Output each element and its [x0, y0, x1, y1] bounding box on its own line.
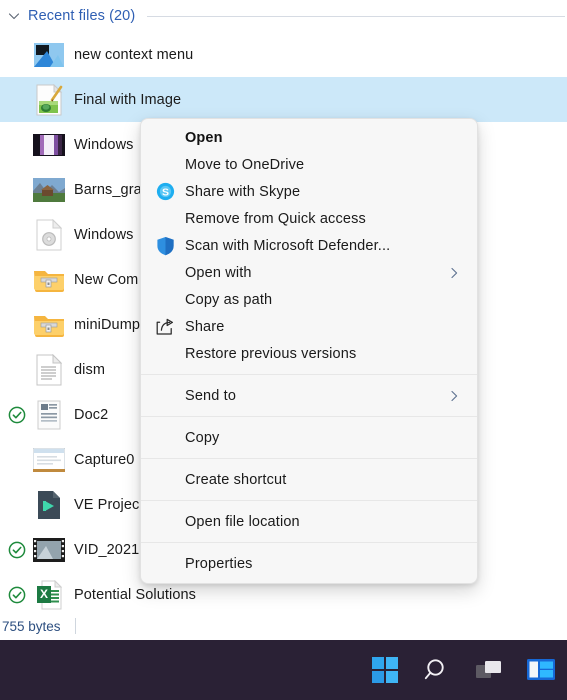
paint-document-icon — [33, 83, 65, 116]
context-menu-item[interactable]: Create shortcut — [141, 466, 477, 493]
onedrive-sync-check-icon — [8, 541, 26, 558]
context-menu-separator — [141, 374, 477, 375]
context-menu-item-label: Send to — [185, 387, 237, 404]
file-name-label: new context menu — [74, 46, 194, 63]
zipped-folder-icon — [33, 264, 65, 296]
context-menu-item[interactable]: Scan with Microsoft Defender... — [141, 232, 477, 259]
landscape-photo-icon — [33, 174, 65, 206]
context-menu-separator — [141, 542, 477, 543]
context-menu[interactable]: Open Move to OneDrive S Share with Skype Rem… — [140, 118, 478, 584]
file-name-label: dism — [74, 361, 106, 378]
image-thumbnail-icon — [33, 39, 65, 71]
excel-document-icon: X — [33, 579, 65, 611]
task-view-icon — [476, 661, 501, 678]
chevron-right-icon — [451, 267, 458, 278]
context-menu-item-label: Restore previous versions — [185, 345, 357, 362]
context-menu-item[interactable]: Open — [141, 124, 477, 151]
svg-text:X: X — [40, 587, 48, 601]
context-menu-item[interactable]: Open with — [141, 259, 477, 286]
context-menu-item-label: Open file location — [185, 513, 300, 530]
context-menu-item[interactable]: Move to OneDrive — [141, 151, 477, 178]
search-icon — [424, 659, 444, 680]
onedrive-sync-check-icon — [8, 586, 26, 603]
context-menu-item-label: Copy — [185, 429, 220, 446]
chevron-down-icon[interactable] — [6, 8, 22, 24]
task-view-button[interactable] — [463, 646, 515, 694]
zipped-folder-icon — [33, 309, 65, 341]
defender-shield-icon — [155, 236, 175, 256]
group-title: Recent files (20) — [28, 8, 136, 24]
file-explorer-button[interactable] — [515, 646, 567, 694]
word-document-icon — [33, 399, 65, 431]
submenu-chevron — [447, 389, 461, 403]
screenshot-thumbnail-icon — [33, 444, 65, 476]
context-menu-separator — [141, 500, 477, 501]
skype-icon: S — [155, 182, 175, 202]
status-divider — [74, 618, 76, 634]
file-name-label: Windows — [74, 226, 134, 243]
video-editor-file-icon — [33, 489, 65, 521]
explorer-window: Recent files (20) new context menu Final … — [0, 0, 567, 700]
onedrive-sync-badge — [8, 586, 26, 604]
start-button[interactable] — [359, 646, 411, 694]
text-document-icon — [33, 353, 65, 386]
taskbar — [0, 640, 567, 700]
context-menu-item-label: Share — [185, 318, 225, 335]
context-menu-item[interactable]: S Share with Skype — [141, 178, 477, 205]
context-menu-item[interactable]: Open file location — [141, 508, 477, 535]
context-menu-item[interactable]: Restore previous versions — [141, 340, 477, 367]
context-menu-separator — [141, 458, 477, 459]
group-divider-line — [147, 15, 565, 17]
context-menu-item[interactable]: Properties — [141, 550, 477, 577]
context-menu-item-label: Open — [185, 129, 223, 146]
context-menu-item-label: Share with Skype — [185, 183, 301, 200]
share-arrow-icon — [155, 317, 175, 337]
context-menu-item[interactable]: Copy — [141, 424, 477, 451]
file-list-item[interactable]: new context menu — [0, 32, 567, 77]
onedrive-sync-badge — [8, 406, 26, 424]
file-name-label: Potential Solutions — [74, 586, 197, 603]
file-name-label: Windows — [74, 136, 134, 153]
context-menu-separator — [141, 416, 477, 417]
file-name-label: Barns_gra — [74, 181, 142, 198]
context-menu-item[interactable]: Share — [141, 313, 477, 340]
context-menu-item[interactable]: Remove from Quick access — [141, 205, 477, 232]
context-menu-item-label: Create shortcut — [185, 471, 287, 488]
chevron-right-icon — [451, 390, 458, 401]
video-filmstrip-icon — [33, 534, 65, 566]
file-name-label: Capture0 — [74, 451, 135, 468]
context-menu-item-label: Open with — [185, 264, 252, 281]
context-menu-item[interactable]: Send to — [141, 382, 477, 409]
file-list-item[interactable]: Final with Image — [0, 77, 567, 122]
file-name-label: miniDump — [74, 316, 141, 333]
file-explorer-icon — [527, 659, 555, 680]
submenu-chevron — [447, 266, 461, 280]
status-size-text: 755 bytes — [2, 618, 61, 634]
disc-image-file-icon — [33, 218, 65, 251]
context-menu-item-label: Remove from Quick access — [185, 210, 366, 227]
onedrive-sync-check-icon — [8, 406, 26, 423]
context-menu-item[interactable]: Copy as path — [141, 286, 477, 313]
file-name-label: VE Projec — [74, 496, 140, 513]
context-menu-item-label: Move to OneDrive — [185, 156, 305, 173]
file-name-label: Doc2 — [74, 406, 109, 423]
file-name-label: VID_2021 — [74, 541, 140, 558]
context-menu-item-label: Scan with Microsoft Defender... — [185, 237, 391, 254]
context-menu-item-label: Copy as path — [185, 291, 273, 308]
recent-files-group-header[interactable]: Recent files (20) — [0, 0, 567, 32]
svg-text:S: S — [161, 186, 168, 198]
file-name-label: Final with Image — [74, 91, 182, 108]
dark-photo-thumbnail-icon — [33, 129, 65, 161]
file-name-label: New Com — [74, 271, 139, 288]
windows-logo-icon — [372, 657, 398, 683]
onedrive-sync-badge — [8, 541, 26, 559]
status-bar: 755 bytes — [0, 612, 567, 640]
search-button[interactable] — [411, 646, 463, 694]
context-menu-item-label: Properties — [185, 555, 253, 572]
